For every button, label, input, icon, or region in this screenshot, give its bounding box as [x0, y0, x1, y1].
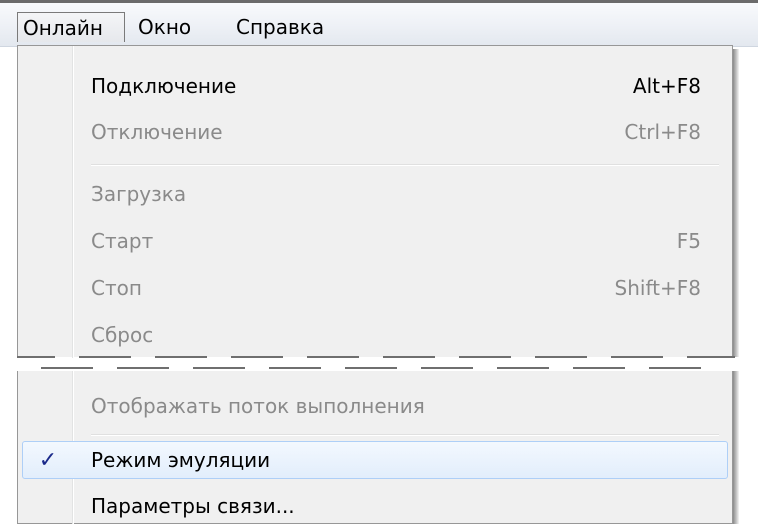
- window-top-edge: [0, 0, 758, 3]
- menu-item-shortcut: Ctrl+F8: [624, 120, 701, 144]
- menu-break-marker: [17, 353, 739, 373]
- menu-shadow: [733, 49, 739, 357]
- menu-item-shortcut: Shift+F8: [614, 276, 701, 300]
- icon-gutter-divider: [73, 46, 74, 358]
- menu-separator: [91, 434, 719, 436]
- menu-item-label: Отключение: [91, 120, 223, 144]
- menu-item-disconnect: Отключение Ctrl+F8: [91, 115, 701, 149]
- menu-panel-lower: Отображать поток выполнения ✓ Режим эмул…: [17, 371, 733, 524]
- menu-item-start: Старт F5: [91, 224, 701, 258]
- menu-item-label: Отображать поток выполнения: [91, 394, 425, 418]
- menu-item-emulation-mode[interactable]: Режим эмуляции: [91, 443, 701, 477]
- menu-item-stop: Стоп Shift+F8: [91, 271, 701, 305]
- online-dropdown-menu: Подключение Alt+F8 Отключение Ctrl+F8 За…: [17, 45, 739, 524]
- menu-separator: [91, 164, 719, 166]
- menu-window[interactable]: Окно: [133, 12, 196, 42]
- menu-item-show-execution-flow: Отображать поток выполнения: [91, 389, 701, 423]
- menu-item-label: Режим эмуляции: [91, 448, 271, 472]
- menu-item-shortcut: Alt+F8: [632, 74, 701, 98]
- menu-item-label: Сброс: [91, 323, 154, 347]
- menu-bar: Онлайн Окно Справка: [0, 0, 758, 47]
- menu-help[interactable]: Справка: [231, 12, 329, 42]
- menu-item-label: Загрузка: [91, 182, 187, 206]
- menu-item-load: Загрузка: [91, 177, 701, 211]
- menu-item-shortcut: F5: [676, 229, 701, 253]
- menu-item-label: Параметры связи...: [91, 494, 295, 518]
- checkmark-icon: ✓: [38, 448, 58, 473]
- menu-item-label: Подключение: [91, 74, 237, 98]
- menu-panel-upper: Подключение Alt+F8 Отключение Ctrl+F8 За…: [17, 45, 733, 358]
- menu-item-label: Стоп: [91, 276, 142, 300]
- menu-online[interactable]: Онлайн: [17, 12, 125, 42]
- menu-item-reset: Сброс: [91, 318, 701, 352]
- menu-item-label: Старт: [91, 229, 154, 253]
- menu-item-connection-settings[interactable]: Параметры связи...: [91, 489, 701, 523]
- menu-item-connect[interactable]: Подключение Alt+F8: [91, 69, 701, 103]
- menu-shadow: [733, 371, 739, 524]
